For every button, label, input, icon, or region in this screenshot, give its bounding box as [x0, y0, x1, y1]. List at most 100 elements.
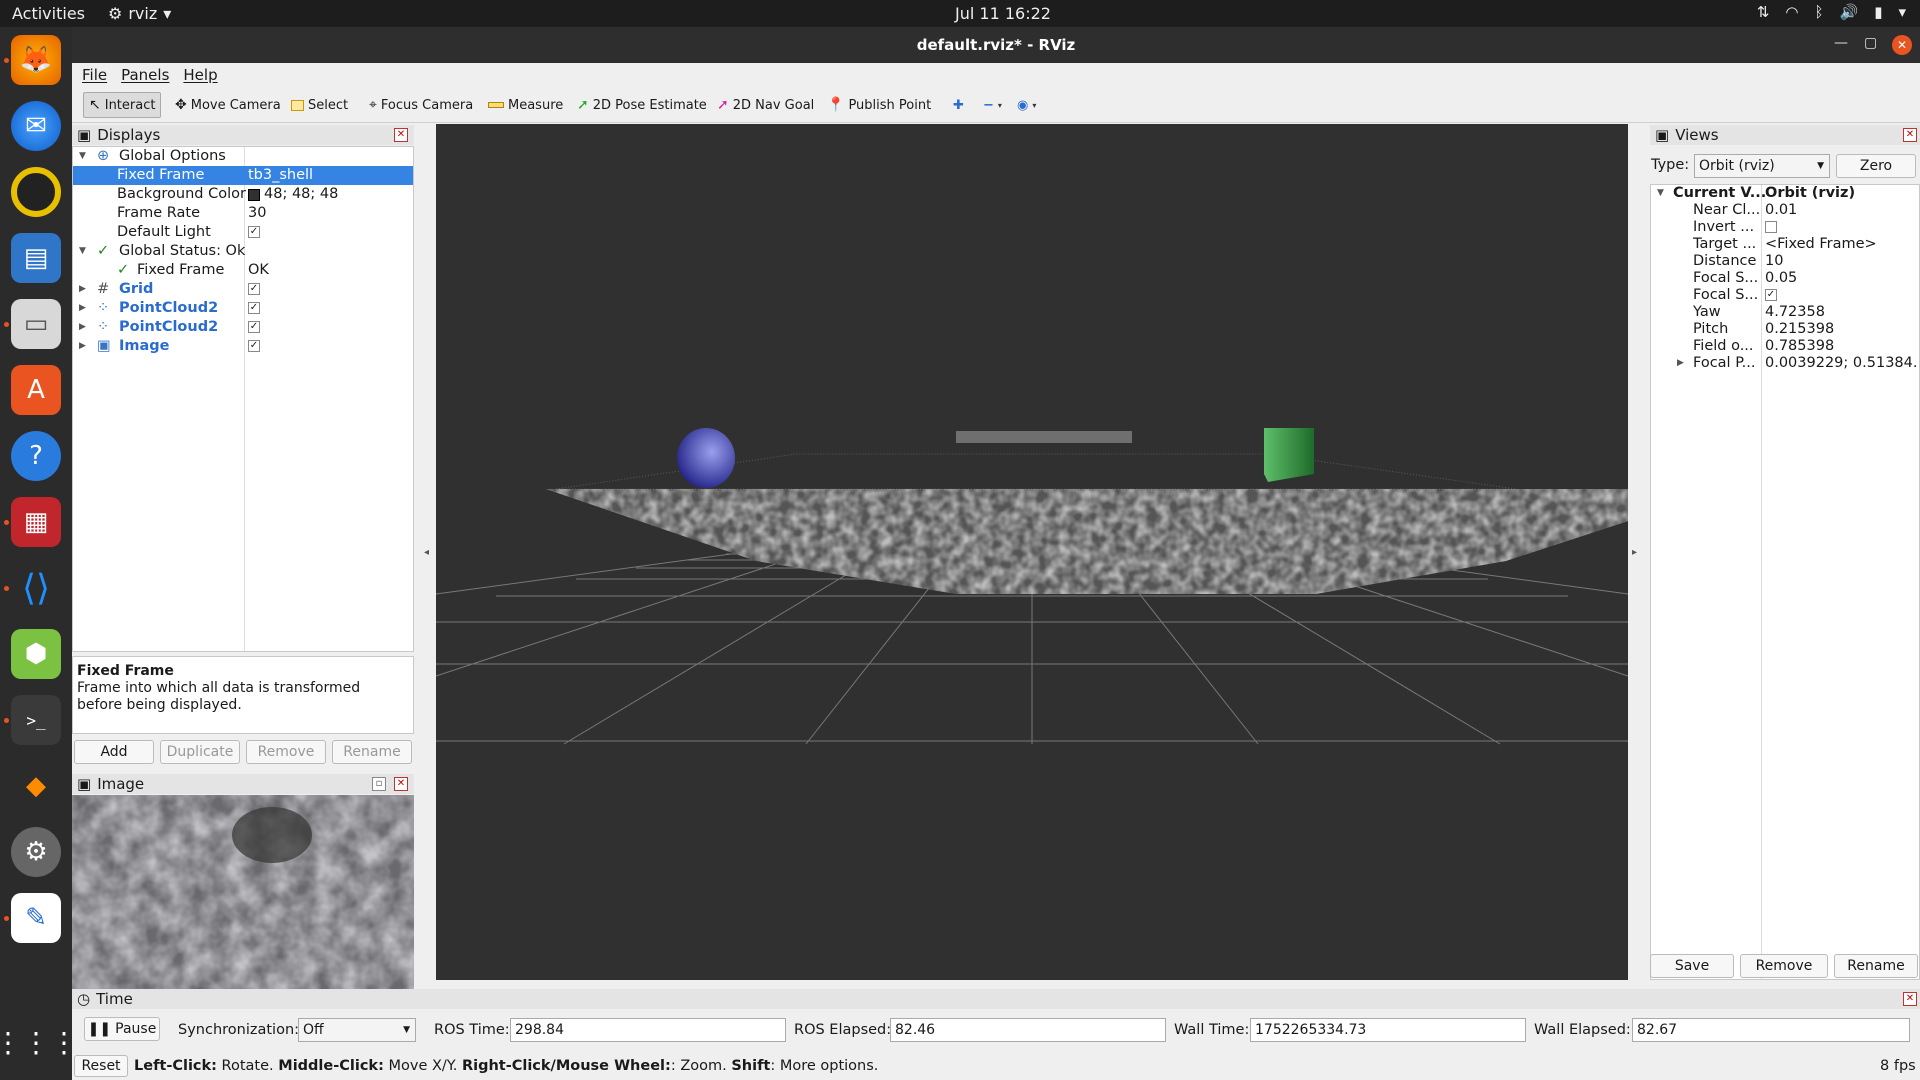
text-editor-icon[interactable]: ✎	[11, 893, 61, 943]
software-center-icon[interactable]: A	[11, 365, 61, 415]
tool-properties-button[interactable]: ◉ ▾	[1012, 92, 1041, 118]
duplicate-display-button[interactable]: Duplicate	[160, 740, 240, 764]
view-prop-row[interactable]: Target ... <Fixed Frame>	[1651, 236, 1919, 253]
chevron-right-icon[interactable]: ▶	[79, 299, 86, 318]
background-color-value[interactable]: 48; 48; 48	[264, 185, 338, 204]
collapse-right-icon[interactable]: ▸	[1632, 547, 1637, 558]
frame-rate-value[interactable]: 30	[248, 204, 266, 223]
tree-row-fixed-frame[interactable]: Fixed Frame tb3_shell	[73, 166, 413, 185]
ros-elapsed-field[interactable]: 82.46	[890, 1018, 1166, 1042]
menu-file[interactable]: File	[82, 66, 107, 84]
app-menu[interactable]: ⚙ rviz ▾	[108, 4, 171, 23]
activities-button[interactable]: Activities	[12, 4, 85, 23]
help-icon[interactable]: ?	[11, 431, 61, 481]
vscode-icon[interactable]: ⟨⟩	[11, 563, 61, 613]
close-views-icon[interactable]: ✕	[1903, 128, 1917, 142]
terminal-icon[interactable]: >_	[11, 695, 61, 745]
pose-estimate-tool[interactable]: ➚ 2D Pose Estimate	[572, 92, 712, 118]
rename-display-button[interactable]: Rename	[332, 740, 412, 764]
chevron-right-icon[interactable]: ▶	[79, 337, 86, 356]
power-menu-icon[interactable]: ▾	[1898, 3, 1906, 21]
float-panel-icon[interactable]: ▫	[372, 777, 386, 791]
menu-panels[interactable]: Panels	[121, 66, 169, 84]
move-camera-tool[interactable]: ✥ Move Camera	[170, 92, 286, 118]
publish-point-tool[interactable]: 📍 Publish Point	[822, 92, 936, 118]
add-display-button[interactable]: Add	[74, 740, 154, 764]
gazebo-icon[interactable]: ⬢	[11, 629, 61, 679]
ros-time-field[interactable]: 298.84	[510, 1018, 786, 1042]
wall-elapsed-field[interactable]: 82.67	[1632, 1018, 1910, 1042]
close-time-icon[interactable]: ✕	[1903, 992, 1917, 1006]
view-prop-row[interactable]: Focal S... ✓	[1651, 287, 1919, 304]
view-prop-value[interactable]: 0.01	[1765, 202, 1797, 219]
tree-row-image[interactable]: ▶ ▣ Image ✓	[73, 337, 413, 356]
files-icon[interactable]: ▭	[11, 299, 61, 349]
tree-row-global-options[interactable]: ▼ ⊕ Global Options	[73, 147, 413, 166]
pause-button[interactable]: ❚❚ Pause	[84, 1017, 160, 1041]
sync-select[interactable]: Off ▼	[298, 1018, 416, 1042]
view-prop-row[interactable]: Pitch 0.215398	[1651, 321, 1919, 338]
view-prop-row[interactable]: ▶ Focal P... 0.0039229; 0.51384...	[1651, 355, 1919, 372]
pointcloud2-checkbox[interactable]: ✓	[248, 302, 260, 314]
chevron-right-icon[interactable]: ▶	[79, 318, 86, 337]
view-prop-value[interactable]: 4.72358	[1765, 304, 1825, 321]
chevron-down-icon[interactable]: ▼	[1657, 185, 1664, 202]
image-checkbox[interactable]: ✓	[248, 340, 260, 352]
chevron-down-icon[interactable]: ▼	[79, 242, 86, 261]
monitor-app-icon[interactable]: ▦	[11, 497, 61, 547]
default-light-checkbox[interactable]: ✓	[248, 226, 260, 238]
battery-icon[interactable]: ▮	[1874, 3, 1882, 21]
focus-camera-tool[interactable]: ⌖ Focus Camera	[364, 92, 478, 118]
collapse-left-icon[interactable]: ◂	[424, 547, 429, 558]
sublime-icon[interactable]: ◆	[11, 761, 61, 811]
wifi-icon[interactable]: ◠	[1785, 3, 1798, 21]
chevron-right-icon[interactable]: ▶	[1677, 355, 1684, 372]
view-prop-row[interactable]: Focal S... 0.05	[1651, 270, 1919, 287]
clock[interactable]: Jul 11 16:22	[955, 4, 1051, 23]
chevron-down-icon[interactable]: ▼	[79, 147, 86, 166]
volume-icon[interactable]: 🔊	[1840, 3, 1859, 21]
bluetooth-icon[interactable]: ᛒ	[1815, 3, 1824, 21]
view-prop-value[interactable]: 0.05	[1765, 270, 1797, 287]
add-tool-button[interactable]: ✚	[948, 92, 969, 118]
zero-view-button[interactable]: Zero	[1836, 154, 1916, 178]
chevron-right-icon[interactable]: ▶	[79, 280, 86, 299]
3d-render-viewport[interactable]	[436, 124, 1628, 980]
focal-shape-checkbox[interactable]: ✓	[1765, 289, 1777, 301]
wall-time-field[interactable]: 1752265334.73	[1250, 1018, 1526, 1042]
close-image-panel-icon[interactable]: ✕	[394, 777, 408, 791]
show-apps-icon[interactable]: ⋮⋮⋮	[0, 1017, 78, 1067]
tree-row-current-view[interactable]: ▼ Current V... Orbit (rviz)	[1651, 185, 1919, 202]
view-prop-value[interactable]: 0.785398	[1765, 338, 1834, 355]
settings-icon[interactable]: ⚙	[11, 827, 61, 877]
view-type-select[interactable]: Orbit (rviz) ▼	[1694, 154, 1830, 178]
view-prop-row[interactable]: Field o... 0.785398	[1651, 338, 1919, 355]
firefox-icon[interactable]: 🦊	[11, 35, 61, 85]
remove-view-button[interactable]: Remove	[1740, 954, 1828, 978]
color-swatch[interactable]	[248, 188, 260, 201]
tree-row-frame-rate[interactable]: Frame Rate 30	[73, 204, 413, 223]
maximize-icon[interactable]: ▢	[1864, 35, 1877, 51]
tree-row-pointcloud2-1[interactable]: ▶ ⁘ PointCloud2 ✓	[73, 299, 413, 318]
interact-tool[interactable]: ↖ Interact	[83, 92, 162, 118]
thunderbird-icon[interactable]: ✉	[11, 101, 61, 151]
tree-row-default-light[interactable]: Default Light ✓	[73, 223, 413, 242]
invert-checkbox[interactable]	[1765, 221, 1777, 233]
pointcloud2-checkbox[interactable]: ✓	[248, 321, 260, 333]
grid-checkbox[interactable]: ✓	[248, 283, 260, 295]
remove-display-button[interactable]: Remove	[246, 740, 326, 764]
view-prop-row[interactable]: Invert ...	[1651, 219, 1919, 236]
rename-view-button[interactable]: Rename	[1834, 954, 1918, 978]
libreoffice-writer-icon[interactable]: ▤	[11, 233, 61, 283]
view-prop-row[interactable]: Near Cl... 0.01	[1651, 202, 1919, 219]
fixed-frame-value[interactable]: tb3_shell	[248, 166, 313, 185]
tree-row-background-color[interactable]: Background Color 48; 48; 48	[73, 185, 413, 204]
view-prop-row[interactable]: Distance 10	[1651, 253, 1919, 270]
minimize-icon[interactable]: —	[1834, 35, 1848, 51]
menu-help[interactable]: Help	[183, 66, 217, 84]
close-icon[interactable]: ✕	[1892, 35, 1912, 55]
tree-row-grid[interactable]: ▶ # Grid ✓	[73, 280, 413, 299]
select-tool[interactable]: Select	[286, 92, 353, 118]
measure-tool[interactable]: Measure	[483, 92, 568, 118]
network-icon[interactable]: ⇅	[1757, 3, 1770, 21]
